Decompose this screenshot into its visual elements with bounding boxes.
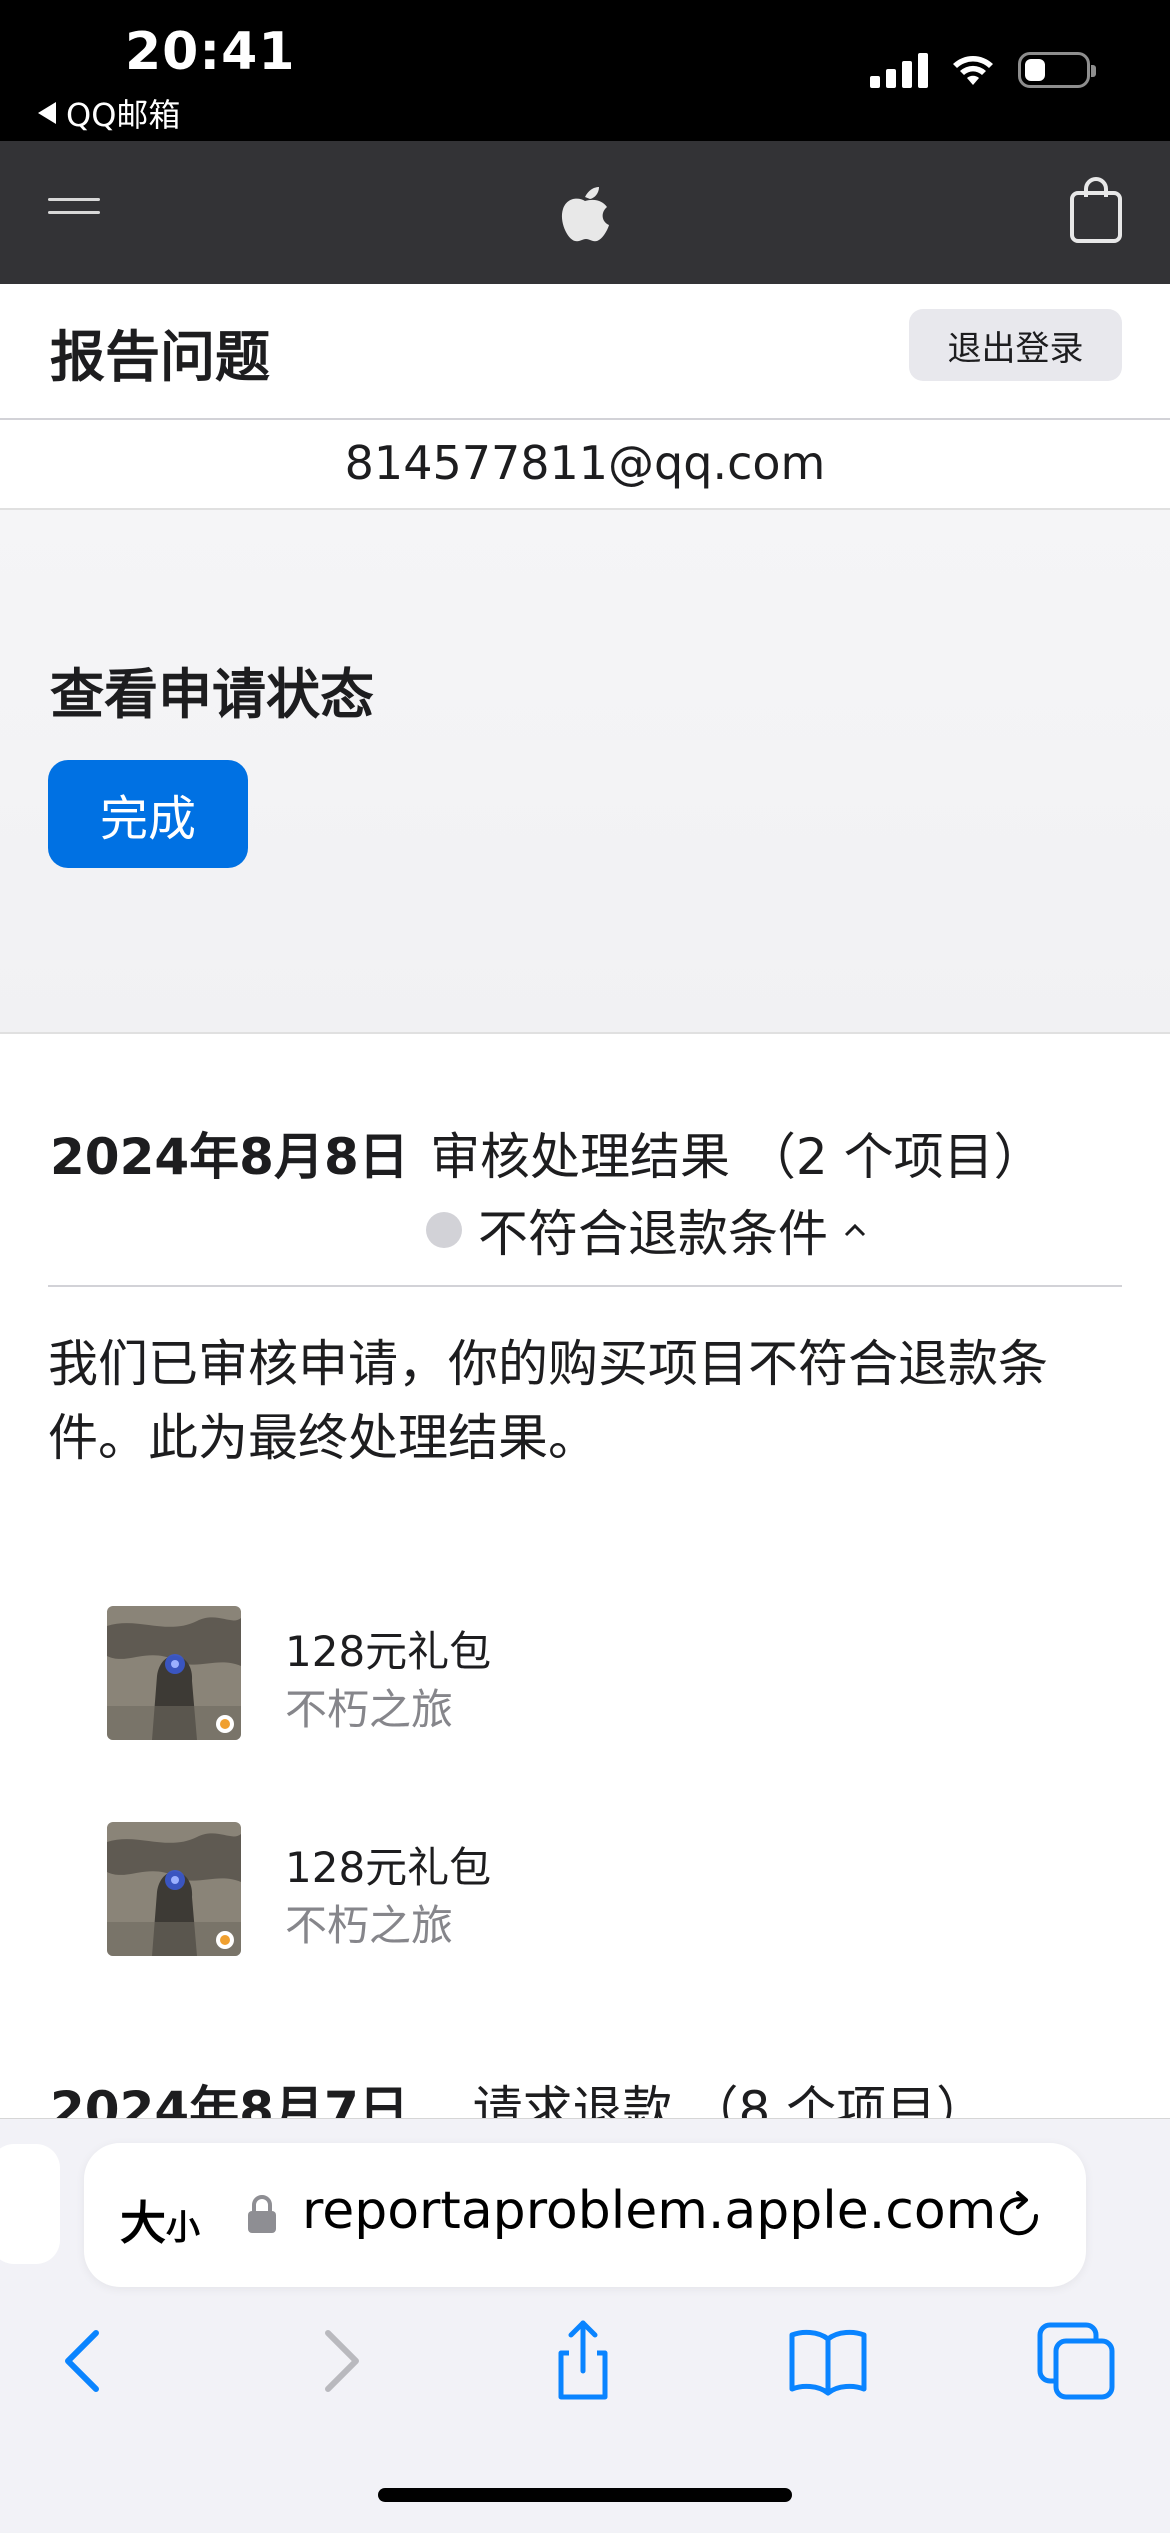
hero-section: 查看申请状态 完成 [0,510,1170,1034]
text-size-big: 大 [120,2196,166,2250]
item-name: 128元礼包 [285,1627,492,1676]
share-icon[interactable] [541,2319,625,2403]
status-dot-icon [426,1212,462,1248]
request-message: 我们已审核申请，你的购买项目不符合退款条件。此为最终处理结果。 [48,1335,1048,1467]
page-title: 报告问题 [50,325,271,389]
back-triangle-icon [38,102,56,124]
app-thumbnail [107,1822,241,1956]
reload-icon[interactable] [990,2187,1048,2245]
apple-global-nav [0,141,1170,284]
status-bar: 20:41 QQ邮箱 [0,0,1170,141]
book-icon[interactable] [786,2319,870,2403]
chevron-up-icon [844,1223,866,1237]
sign-out-button[interactable]: 退出登录 [909,309,1122,381]
purchase-item: 128元礼包 不朽之旅 [107,1822,707,1956]
hero-title: 查看申请状态 [50,663,374,726]
item-name: 128元礼包 [285,1843,492,1892]
shopping-bag-icon[interactable] [1068,175,1124,245]
request-status-toggle[interactable]: 不符合退款条件 [426,1194,866,1266]
done-button[interactable]: 完成 [48,760,248,868]
home-indicator[interactable] [378,2488,792,2502]
purchase-item: 128元礼包 不朽之旅 [107,1606,707,1740]
status-indicators [870,52,1096,88]
chevron-left-icon[interactable] [42,2319,126,2403]
item-developer: 不朽之旅 [285,1685,454,1734]
battery-fill [1025,59,1045,81]
text-size-button[interactable]: 大小 [120,2187,200,2253]
request-date: 2024年8月8日 [50,1128,409,1186]
item-developer: 不朽之旅 [285,1901,454,1950]
apple-logo-icon[interactable] [555,177,615,247]
chevron-right-icon[interactable] [298,2319,382,2403]
back-app-label: QQ邮箱 [66,96,181,134]
wifi-icon [953,56,993,85]
divider [48,1285,1122,1287]
tabs-icon[interactable] [1034,2319,1118,2403]
safari-toolbar: 大小 reportaproblem.apple.com [0,2118,1170,2533]
app-thumbnail [107,1606,241,1740]
address-bar[interactable]: 大小 reportaproblem.apple.com [84,2143,1086,2287]
status-time: 20:41 [125,22,296,82]
account-email: 814577811@qq.com [0,418,1170,510]
battery-icon [1018,52,1096,88]
text-size-small: 小 [166,2208,200,2248]
back-to-app-link[interactable]: QQ邮箱 [38,90,180,136]
hamburger-icon[interactable] [48,198,100,228]
previous-tab-peek[interactable] [0,2144,60,2264]
request-heading: 审核处理结果 （2 个项目） [430,1128,1044,1186]
lock-icon [248,2195,276,2233]
cellular-signal-icon [870,52,928,88]
local-nav: 报告问题 退出登录 [0,284,1170,420]
url-text[interactable]: reportaproblem.apple.com [302,2181,1042,2241]
request-status-label: 不符合退款条件 [478,1205,828,1263]
